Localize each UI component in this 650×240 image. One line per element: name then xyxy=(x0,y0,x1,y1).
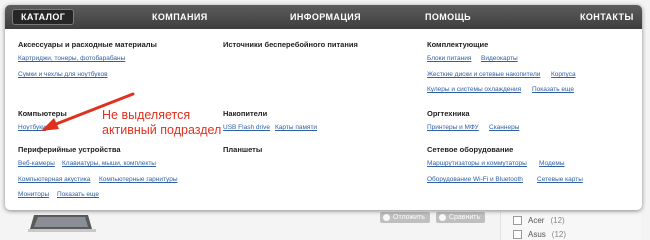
laptop-thumbnail[interactable] xyxy=(28,213,98,233)
filter-option-acer[interactable]: Acer (12) xyxy=(513,214,641,226)
filter-count: (12) xyxy=(551,229,567,239)
checkbox[interactable] xyxy=(513,215,522,225)
checkmark-icon xyxy=(383,214,390,221)
checkbox[interactable] xyxy=(513,229,522,239)
filter-option-asus[interactable]: Asus (12) xyxy=(513,228,641,240)
brand-filter: Acer (12) Asus (12) xyxy=(500,212,641,240)
postpone-button[interactable]: Отложить xyxy=(380,212,430,223)
filter-label: Asus xyxy=(528,229,546,239)
compare-button[interactable]: Сравнить xyxy=(435,212,486,223)
compare-label: Сравнить xyxy=(448,214,481,221)
mega-menu: КАТАЛОГ КОМПАНИЯ ИНФОРМАЦИЯ ПОМОЩЬ КОНТА… xyxy=(5,5,642,210)
filter-count: (12) xyxy=(550,215,565,225)
postpone-label: Отложить xyxy=(393,214,425,221)
filter-label: Acer xyxy=(528,215,545,225)
compare-icon xyxy=(438,214,446,221)
annotation-arrow xyxy=(41,92,135,131)
